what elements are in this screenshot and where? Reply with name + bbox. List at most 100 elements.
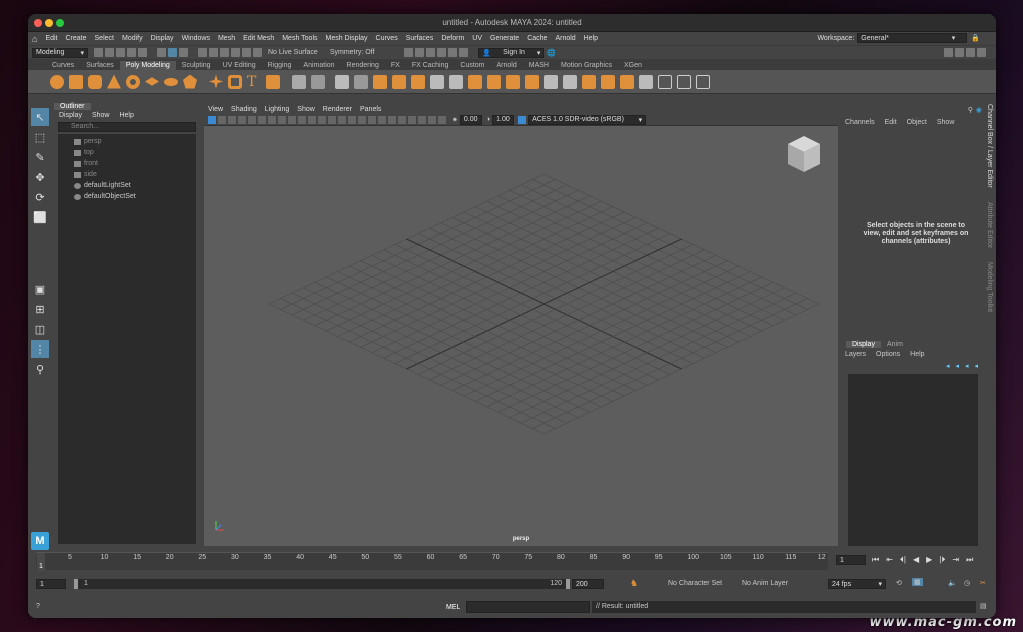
outliner-menu-display[interactable]: Display [59, 112, 82, 119]
viewport-menu-renderer[interactable]: Renderer [323, 106, 352, 113]
safe-action-icon[interactable] [298, 115, 306, 124]
isolate-select-icon[interactable] [408, 115, 416, 124]
magnifier-icon[interactable]: ⚲ [31, 360, 49, 378]
view-transform-icon[interactable] [518, 115, 527, 124]
sound-icon[interactable]: 🔈 [948, 579, 957, 587]
outliner-item-default-light-set[interactable]: defaultLightSet [58, 180, 196, 191]
render-frame-icon[interactable] [415, 48, 425, 57]
motion-blur-icon[interactable] [378, 115, 386, 124]
modeling-toolkit-icon[interactable] [944, 48, 953, 57]
image-plane-icon[interactable] [238, 115, 246, 124]
shelf-tab-uv-editing[interactable]: UV Editing [217, 61, 262, 70]
menu-select[interactable]: Select [95, 35, 114, 42]
step-back-key-icon[interactable]: ⇤ [886, 555, 893, 565]
step-forward-frame-icon[interactable]: |⏵ [939, 555, 945, 565]
ambient-occlusion-icon[interactable] [368, 115, 376, 124]
outliner-layout-icon[interactable]: ⋮ [31, 340, 49, 358]
depth-of-field-icon[interactable] [398, 115, 406, 124]
quad-draw-icon[interactable] [487, 74, 501, 89]
mirror-icon[interactable] [354, 74, 368, 89]
new-layer-selected-icon[interactable]: ◂ [974, 362, 978, 370]
shelf-tab-motion-graphics[interactable]: Motion Graphics [555, 61, 618, 70]
poly-cylinder-icon[interactable] [88, 74, 102, 89]
poly-cube-icon[interactable] [69, 74, 83, 89]
auto-key-icon[interactable]: ▦ [912, 578, 923, 586]
tool-settings-icon[interactable] [966, 48, 975, 57]
undo-icon[interactable] [127, 48, 136, 57]
shelf-tab-mash[interactable]: MASH [523, 61, 555, 70]
fill-hole-icon[interactable] [525, 74, 539, 89]
snap-grid-icon[interactable] [198, 48, 207, 57]
wireframe-icon[interactable] [318, 115, 326, 124]
range-slider[interactable]: 1 120 [74, 579, 570, 589]
channel-menu-channels[interactable]: Channels [845, 119, 875, 126]
outliner-search-input[interactable]: Search... [58, 122, 196, 132]
character-set-label[interactable]: No Character Set [668, 580, 722, 587]
channel-box-settings-icon[interactable]: ◉ [976, 106, 982, 114]
shelf-tab-poly-modeling[interactable]: Poly Modeling [119, 61, 176, 70]
go-end-icon[interactable]: ⏭ [966, 555, 973, 565]
menu-help[interactable]: Help [584, 35, 598, 42]
workspace-dropdown[interactable]: General* ▾ [857, 33, 968, 43]
menu-mesh[interactable]: Mesh [218, 35, 235, 42]
viewport-menu-shading[interactable]: Shading [231, 106, 257, 113]
smooth-icon[interactable] [335, 74, 349, 89]
home-icon[interactable]: ⌂ [32, 34, 37, 44]
side-tab-modeling-toolkit[interactable]: Modeling Toolkit [986, 262, 993, 312]
new-scene-icon[interactable] [94, 48, 103, 57]
layer-move-up-icon[interactable]: ◂ [946, 362, 950, 370]
snap-view-icon[interactable] [231, 48, 240, 57]
redo-icon[interactable] [138, 48, 147, 57]
bevel-icon[interactable] [506, 74, 520, 89]
shelf-tab-curves[interactable]: Curves [46, 61, 80, 70]
lights-icon[interactable] [348, 115, 356, 124]
start-frame-field[interactable]: 1 [36, 579, 66, 589]
shelf-tab-surfaces[interactable]: Surfaces [80, 61, 120, 70]
shadows-icon[interactable] [358, 115, 366, 124]
exposure-field[interactable]: 0.00 [459, 114, 482, 125]
open-scene-icon[interactable] [105, 48, 114, 57]
uv-editor-icon[interactable] [658, 74, 672, 89]
backface-icon[interactable] [438, 115, 446, 124]
playback-speed-icon[interactable]: ◷ [964, 579, 970, 587]
lasso-tool-icon[interactable]: ⬚ [31, 128, 49, 146]
menu-windows[interactable]: Windows [182, 35, 210, 42]
outliner-item-front[interactable]: front [58, 158, 196, 169]
channel-menu-show[interactable]: Show [937, 119, 955, 126]
help-icon[interactable]: ? [36, 603, 40, 610]
side-tab-attribute-editor[interactable]: Attribute Editor [986, 202, 993, 248]
poly-sphere-icon[interactable] [50, 74, 64, 89]
layer-menu-layers[interactable]: Layers [845, 351, 866, 358]
rotate-tool-icon[interactable]: ⟳ [31, 188, 49, 206]
end-frame-field[interactable]: 200 [572, 579, 604, 589]
select-component-icon[interactable] [179, 48, 188, 57]
magnet-icon[interactable] [253, 48, 262, 57]
select-object-icon[interactable] [168, 48, 177, 57]
bookmark-icon[interactable] [228, 115, 236, 124]
outliner-item-side[interactable]: side [58, 169, 196, 180]
layer-menu-options[interactable]: Options [876, 351, 900, 358]
append-polygon-icon[interactable] [411, 74, 425, 89]
bridge-icon[interactable] [392, 74, 406, 89]
camera-select-icon[interactable] [208, 115, 216, 124]
render-view-icon[interactable] [459, 48, 469, 57]
outliner-menu-help[interactable]: Help [119, 112, 133, 119]
shelf-tab-custom[interactable]: Custom [454, 61, 490, 70]
menu-uv[interactable]: UV [472, 35, 482, 42]
menu-edit-mesh[interactable]: Edit Mesh [243, 35, 274, 42]
xray-joints-icon[interactable] [428, 115, 436, 124]
current-time-field[interactable]: 1 [836, 555, 866, 565]
menu-display[interactable]: Display [151, 35, 174, 42]
shelf-tab-sculpting[interactable]: Sculpting [176, 61, 217, 70]
layer-move-down-icon[interactable]: ◂ [955, 362, 959, 370]
side-tab-channel-box[interactable]: Channel Box / Layer Editor [986, 104, 993, 188]
poly-torus-icon[interactable] [126, 74, 140, 89]
poly-disc-icon[interactable] [164, 77, 178, 86]
attribute-editor-icon[interactable] [955, 48, 964, 57]
shelf-tab-animation[interactable]: Animation [297, 61, 340, 70]
shelf-tab-xgen[interactable]: XGen [618, 61, 648, 70]
color-space-dropdown[interactable]: ACES 1.0 SDR-video (sRGB) ▾ [528, 114, 647, 125]
move-tool-icon[interactable]: ✥ [31, 168, 49, 186]
viewport-scene[interactable]: persp [204, 126, 838, 546]
textured-icon[interactable] [338, 115, 346, 124]
